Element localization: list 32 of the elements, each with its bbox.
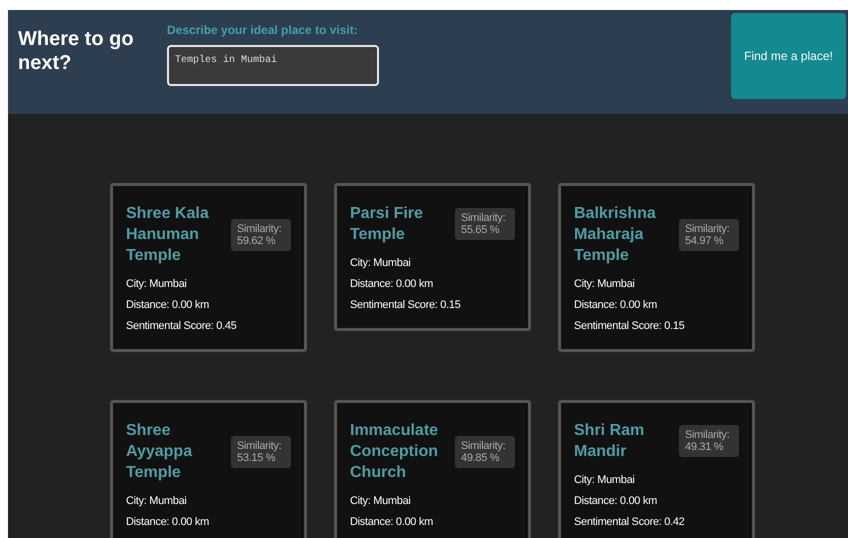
search-field[interactable]: Temples in Mumbai	[167, 45, 379, 86]
place-detail: Sentimental Score: 0.45	[126, 319, 238, 334]
place-detail: Sentimental Score: 0.42	[574, 515, 686, 530]
similarity-tag: Similarity: 54.97 %	[679, 218, 739, 250]
place-detail: Sentimental Score: 0.15	[350, 298, 462, 313]
place-detail: Distance: 0.00 km	[574, 298, 658, 313]
place-detail: Distance: 0.00 km	[350, 277, 434, 292]
place-detail: Distance: 0.00 km	[126, 515, 210, 530]
page-title: Where to go next?	[18, 27, 135, 75]
find-button[interactable]: Find me a place!	[731, 13, 846, 99]
place-detail: Distance: 0.00 km	[350, 515, 434, 530]
similarity-tag: Similarity: 49.31 %	[679, 425, 739, 457]
place-detail: City: Mumbai	[126, 277, 188, 292]
similarity-tag: Similarity: 49.85 %	[455, 436, 515, 468]
place-detail: City: Mumbai	[574, 277, 636, 292]
place-detail: City: Mumbai	[126, 494, 188, 509]
place-name: Shri Ram Mandir	[574, 421, 646, 462]
place-detail: Distance: 0.00 km	[574, 494, 658, 509]
place-detail: City: Mumbai	[350, 256, 412, 271]
prompt-label: Describe your ideal place to visit:	[167, 22, 359, 39]
place-name: Shree Ayyappa Temple	[126, 421, 194, 483]
place-name: Immaculate Conception Church	[350, 421, 440, 483]
similarity-tag: Similarity: 53.15 %	[231, 436, 291, 468]
place-detail: City: Mumbai	[574, 473, 636, 488]
similarity-tag: Similarity: 59.62 %	[231, 218, 291, 250]
place-detail: City: Mumbai	[350, 494, 412, 509]
place-name: Shree Kala Hanuman Temple	[126, 204, 210, 266]
place-name: Parsi Fire Temple	[350, 204, 424, 245]
place-detail: Distance: 0.00 km	[126, 298, 210, 313]
place-name: Balkrishna Maharaja Temple	[574, 204, 657, 266]
place-detail: Sentimental Score: 0.15	[574, 319, 686, 334]
similarity-tag: Similarity: 55.65 %	[455, 208, 515, 240]
